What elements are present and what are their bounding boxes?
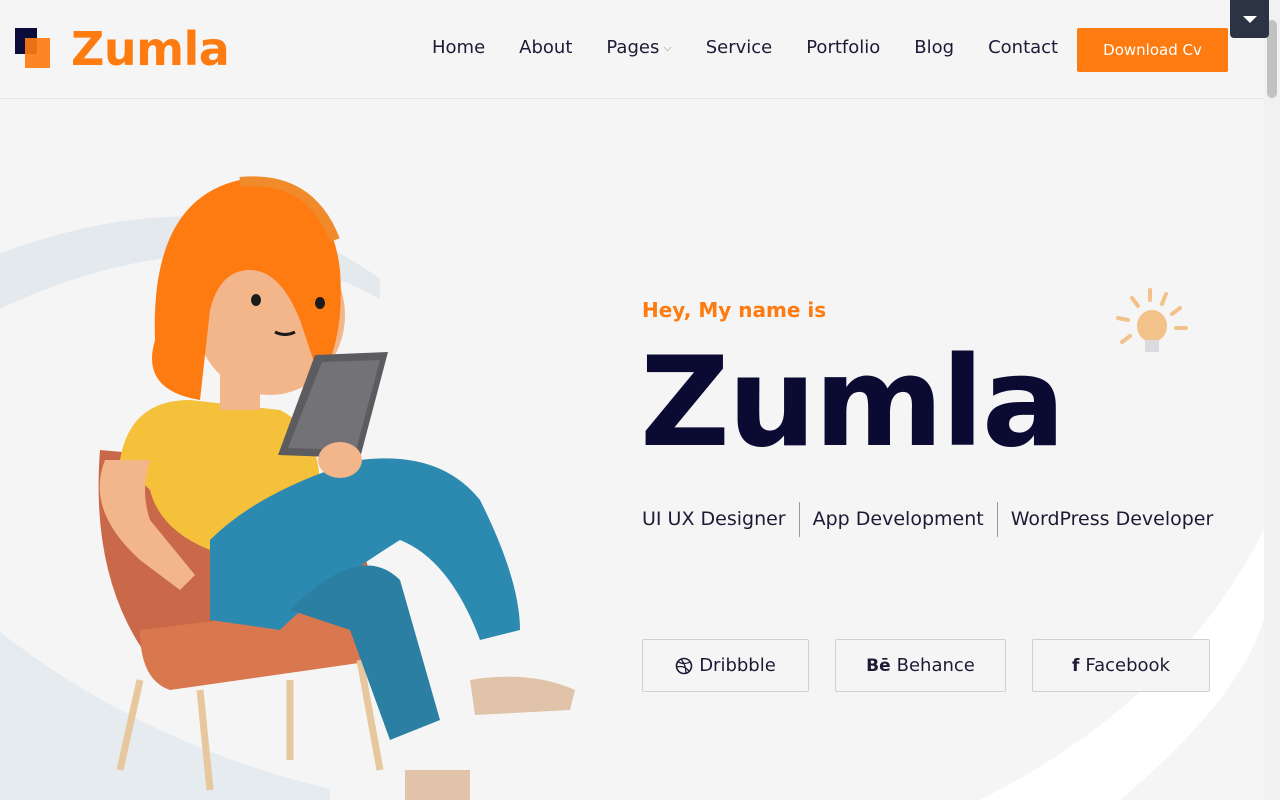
- facebook-button[interactable]: f Facebook: [1032, 639, 1210, 692]
- facebook-label: Facebook: [1085, 655, 1170, 676]
- dribbble-icon: [675, 657, 693, 675]
- behance-label: Behance: [896, 655, 975, 676]
- dribbble-label: Dribbble: [699, 655, 776, 676]
- hero-name: Zumla: [640, 331, 1066, 475]
- social-links: Dribbble Bē Behance f Facebook: [642, 639, 1210, 692]
- facebook-icon: f: [1072, 655, 1080, 676]
- role-ui-ux: UI UX Designer: [642, 508, 786, 530]
- hero-greeting: Hey, My name is: [642, 298, 827, 322]
- girl-with-tablet-illustration: [98, 176, 575, 800]
- role-wordpress: WordPress Developer: [996, 502, 1227, 537]
- nav-label: Pages: [606, 37, 660, 58]
- nav-item-service[interactable]: Service: [706, 36, 773, 60]
- roles-list: UI UX Designer App Development WordPress…: [642, 502, 1226, 537]
- nav-item-pages[interactable]: Pages ⌵: [606, 36, 671, 60]
- nav-item-portfolio[interactable]: Portfolio: [806, 36, 880, 60]
- nav-label: About: [519, 37, 573, 58]
- nav-label: Portfolio: [806, 37, 881, 58]
- behance-icon: Bē: [866, 655, 891, 676]
- nav-item-about[interactable]: About: [519, 36, 572, 60]
- chevron-down-icon: ⌵: [663, 41, 672, 54]
- nav-label: Blog: [914, 37, 955, 58]
- nav-label: Contact: [988, 37, 1059, 58]
- dribbble-button[interactable]: Dribbble: [642, 639, 809, 692]
- dropdown-toggle-button[interactable]: [1230, 0, 1269, 38]
- logo[interactable]: Zumla: [15, 22, 230, 76]
- nav-label: Service: [705, 37, 773, 58]
- download-cv-button[interactable]: Download Cv: [1077, 28, 1228, 72]
- main-nav: Home About Pages ⌵ Service Portfolio Blog…: [432, 36, 1092, 60]
- nav-item-blog[interactable]: Blog: [914, 36, 954, 60]
- caret-down-icon: [1242, 15, 1257, 23]
- logo-mark-icon: [15, 28, 51, 70]
- site-header: Zumla Home About Pages ⌵ Service Portfoli…: [0, 0, 1264, 99]
- page-scrollbar[interactable]: [1264, 0, 1280, 800]
- nav-item-contact[interactable]: Contact: [988, 36, 1058, 60]
- nav-item-home[interactable]: Home: [432, 36, 485, 60]
- behance-button[interactable]: Bē Behance: [835, 639, 1006, 692]
- lightbulb-icon: [1116, 288, 1188, 352]
- nav-label: Home: [432, 37, 486, 58]
- logo-text: Zumla: [71, 22, 230, 76]
- role-app-development: App Development: [798, 502, 997, 537]
